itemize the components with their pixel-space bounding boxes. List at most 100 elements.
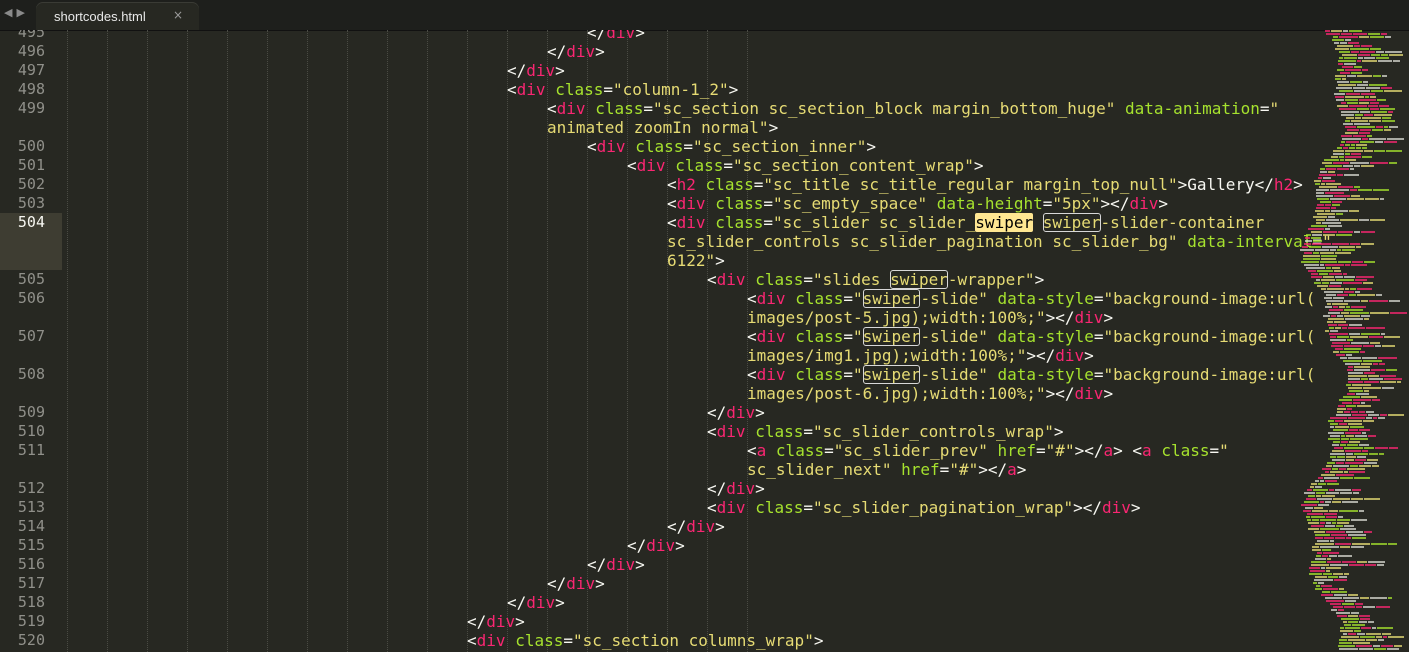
code-line[interactable]: images/img1.jpg);width:100%;"></div>	[747, 346, 1094, 365]
minimap-stroke	[1343, 282, 1363, 284]
minimap-stroke	[1329, 417, 1347, 419]
code-line[interactable]: <div class="swiper-slide" data-style="ba…	[747, 327, 1315, 346]
line-number: 505	[17, 270, 45, 288]
code-line[interactable]: <div class="sc_empty_space" data-height=…	[667, 194, 1168, 213]
minimap-stroke	[1360, 45, 1372, 47]
code-line[interactable]: </div>	[667, 517, 725, 536]
minimap-stroke	[1357, 60, 1362, 62]
minimap-stroke	[1352, 642, 1370, 644]
minimap-stroke	[1336, 174, 1343, 176]
minimap-stroke	[1337, 555, 1352, 557]
minimap-stroke	[1310, 231, 1322, 233]
code-line[interactable]: <div class="sc_slider_controls_wrap">	[707, 422, 1063, 441]
code-line[interactable]: <div class="sc_section_content_wrap">	[627, 156, 983, 175]
code-line[interactable]: animated zoomIn normal">	[547, 118, 778, 137]
code-line[interactable]: </div>	[627, 536, 685, 555]
code-line[interactable]: <div class="swiper-slide" data-style="ba…	[747, 365, 1315, 384]
minimap-stroke	[1381, 645, 1394, 647]
minimap-stroke	[1343, 309, 1363, 311]
code-line[interactable]: </div>	[467, 612, 525, 631]
code-token: <	[747, 289, 757, 308]
minimap-stroke	[1379, 108, 1395, 110]
minimap-stroke	[1344, 300, 1361, 302]
minimap-stroke	[1387, 648, 1400, 650]
code-line[interactable]: <div class="sc_section columns_wrap">	[467, 631, 823, 650]
minimap-stroke	[1351, 384, 1371, 386]
minimap-stroke	[1345, 132, 1359, 134]
minimap-stroke	[1303, 492, 1315, 494]
code-line[interactable]: </div>	[507, 593, 565, 612]
minimap-stroke	[1322, 495, 1335, 497]
code-line[interactable]: <div class="slides swiper-wrapper">	[707, 270, 1044, 289]
minimap-stroke	[1356, 144, 1368, 146]
back-arrow-icon[interactable]: ◀	[4, 6, 16, 19]
code-line[interactable]: </div>	[587, 555, 645, 574]
code-line[interactable]: <div class="sc_section sc_section_block …	[547, 99, 1279, 118]
close-icon[interactable]: ×	[173, 8, 183, 22]
minimap-stroke	[1342, 78, 1347, 80]
code-line[interactable]: <div class="sc_slider_pagination_wrap"><…	[707, 498, 1141, 517]
code-token: >	[595, 42, 605, 61]
code-line[interactable]: <div class="sc_section_inner">	[587, 137, 876, 156]
code-line[interactable]: </div>	[547, 574, 605, 593]
minimap-stroke	[1339, 42, 1347, 44]
search-match: swiper	[1042, 213, 1101, 232]
minimap-stroke	[1345, 264, 1351, 266]
code-line[interactable]: <div class="column-1_2">	[507, 80, 738, 99]
minimap-stroke	[1373, 189, 1390, 191]
code-line[interactable]: sc_slider_controls sc_slider_pagination …	[667, 232, 1332, 251]
line-number-gutter[interactable]: 495 496 497 498 499 500 501 502 503 504 505 506 507 5…	[0, 30, 62, 652]
forward-arrow-icon[interactable]: ▶	[16, 6, 28, 19]
code-token: div	[526, 593, 556, 612]
code-line[interactable]: </div>	[707, 479, 765, 498]
code-token: images/img1.jpg);width:100%;"	[747, 346, 1027, 365]
minimap-stroke	[1364, 498, 1381, 500]
minimap-stroke	[1356, 84, 1368, 86]
minimap-stroke	[1368, 105, 1379, 107]
minimap-stroke	[1373, 363, 1379, 365]
code-line[interactable]: </div>	[547, 42, 605, 61]
code-token: class	[755, 422, 804, 441]
minimap-stroke	[1320, 183, 1325, 185]
minimap-stroke	[1351, 612, 1360, 614]
minimap-stroke	[1311, 549, 1321, 551]
minimap-stroke	[1365, 564, 1377, 566]
tab-shortcodes[interactable]: shortcodes.html ×	[36, 2, 199, 30]
code-editor[interactable]: 495 496 497 498 499 500 501 502 503 504 505 506 507 5…	[0, 30, 1409, 652]
minimap-stroke	[1304, 507, 1313, 509]
code-line[interactable]: <h2 class="sc_title sc_title_regular mar…	[667, 175, 1303, 194]
minimap-stroke	[1370, 111, 1387, 113]
minimap-stroke	[1306, 498, 1317, 500]
code-line[interactable]: <div class="swiper-slide" data-style="ba…	[747, 289, 1315, 308]
code-line[interactable]: <a class="sc_slider_prev" href="#"></a> …	[747, 441, 1229, 460]
minimap-stroke	[1349, 564, 1365, 566]
minimap-stroke	[1316, 552, 1322, 554]
code-line[interactable]: <div class="sc_slider sc_slider_swiper s…	[667, 213, 1264, 232]
code-line[interactable]: 6122">	[667, 251, 725, 270]
minimap-stroke	[1374, 648, 1387, 650]
code-line[interactable]: </div>	[587, 30, 645, 42]
minimap-stroke	[1364, 447, 1375, 449]
minimap-stroke	[1386, 150, 1403, 152]
code-token: =	[563, 631, 573, 650]
tab-nav-arrows[interactable]: ◀▶	[4, 6, 29, 19]
minimap-stroke	[1343, 276, 1355, 278]
code-line[interactable]: </div>	[707, 403, 765, 422]
code-token: <	[667, 175, 677, 194]
minimap-stroke	[1381, 54, 1389, 56]
minimap-stroke	[1383, 636, 1388, 638]
minimap-stroke	[1355, 606, 1362, 608]
minimap-stroke	[1329, 285, 1342, 287]
code-line[interactable]: images/post-5.jpg);width:100%;"></div>	[747, 308, 1113, 327]
minimap-stroke	[1333, 150, 1345, 152]
minimap-stroke	[1325, 165, 1343, 167]
minimap-stroke	[1314, 183, 1320, 185]
minimap-stroke	[1363, 462, 1377, 464]
code-line[interactable]: images/post-6.jpg);width:100%;"></div>	[747, 384, 1113, 403]
minimap[interactable]	[1290, 30, 1409, 652]
code-line[interactable]: </div>	[507, 61, 565, 80]
minimap-stroke	[1330, 534, 1347, 536]
minimap-stroke	[1339, 510, 1359, 512]
code-line[interactable]: sc_slider_next" href="#"></a>	[747, 460, 1026, 479]
